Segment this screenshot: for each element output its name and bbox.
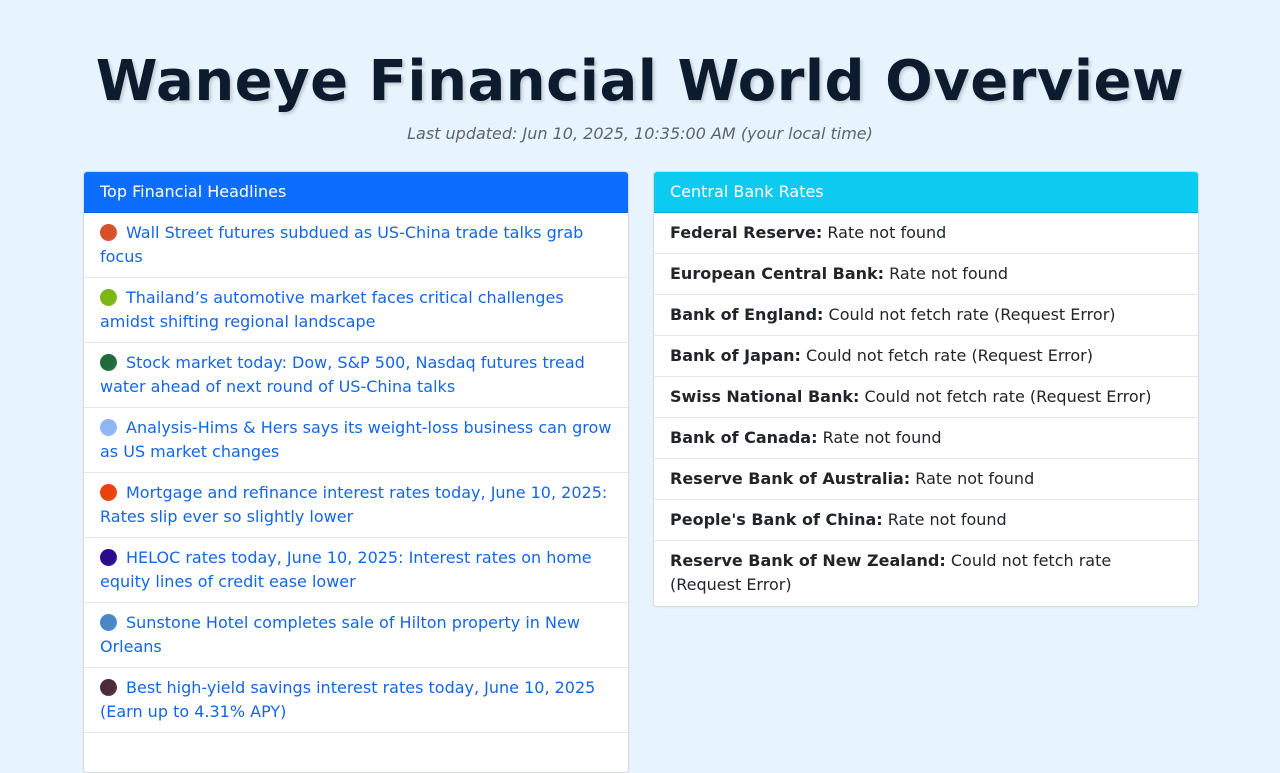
bank-name: Bank of England: (670, 305, 824, 324)
headline-item: Stock market today: Dow, S&P 500, Nasdaq… (84, 343, 628, 408)
rate-status: Could not fetch rate (Request Error) (806, 346, 1093, 365)
headline-link[interactable]: Thailand’s automotive market faces criti… (100, 288, 564, 331)
rate-item: Federal Reserve: Rate not found (654, 213, 1198, 254)
source-favicon-icon (100, 614, 117, 631)
rate-item: People's Bank of China: Rate not found (654, 500, 1198, 541)
headline-item: Sunstone Hotel completes sale of Hilton … (84, 603, 628, 668)
bank-name: People's Bank of China: (670, 510, 883, 529)
rate-item: Bank of Canada: Rate not found (654, 418, 1198, 459)
headlines-card: Top Financial Headlines Wall Street futu… (83, 171, 629, 773)
headline-item: Mortgage and refinance interest rates to… (84, 473, 628, 538)
source-favicon-icon (100, 419, 117, 436)
rate-status: Could not fetch rate (Request Error) (828, 305, 1116, 324)
headline-link[interactable]: Sunstone Hotel completes sale of Hilton … (100, 613, 580, 656)
rate-item: Swiss National Bank: Could not fetch rat… (654, 377, 1198, 418)
last-updated-text: Last updated: Jun 10, 2025, 10:35:00 AM … (407, 124, 873, 143)
headline-item: Analysis-Hims & Hers says its weight-los… (84, 408, 628, 473)
page-title: Waneye Financial World Overview (95, 49, 1185, 114)
headline-item: HELOC rates today, June 10, 2025: Intere… (84, 538, 628, 603)
headline-item: Thailand’s automotive market faces criti… (84, 278, 628, 343)
source-favicon-icon (100, 354, 117, 371)
rate-status: Rate not found (915, 469, 1035, 488)
rate-item: Reserve Bank of Australia: Rate not foun… (654, 459, 1198, 500)
bank-name: Bank of Canada: (670, 428, 818, 447)
rate-item: European Central Bank: Rate not found (654, 254, 1198, 295)
central-bank-rates-card: Central Bank Rates Federal Reserve: Rate… (653, 171, 1199, 607)
bank-name: European Central Bank: (670, 264, 885, 283)
source-favicon-icon (100, 224, 117, 241)
bank-name: Reserve Bank of Australia: (670, 469, 911, 488)
rate-status: Could not fetch rate (Request Error) (864, 387, 1152, 406)
headlines-card-header: Top Financial Headlines (84, 172, 628, 213)
source-favicon-icon (100, 679, 117, 696)
rate-status: Rate not found (887, 510, 1007, 529)
rate-status: Rate not found (822, 428, 942, 447)
rate-item: Bank of England: Could not fetch rate (R… (654, 295, 1198, 336)
rate-status: Rate not found (889, 264, 1009, 283)
rate-item: Reserve Bank of New Zealand: Could not f… (654, 541, 1198, 606)
headline-item: Wall Street futures subdued as US-China … (84, 213, 628, 278)
headline-link[interactable]: Best high-yield savings interest rates t… (100, 678, 595, 721)
rates-card-header: Central Bank Rates (654, 172, 1198, 213)
headline-item: Best high-yield savings interest rates t… (84, 668, 628, 733)
rate-status: Rate not found (827, 223, 947, 242)
headline-link[interactable]: Analysis-Hims & Hers says its weight-los… (100, 418, 611, 461)
headline-link[interactable]: Mortgage and refinance interest rates to… (100, 483, 607, 526)
bank-name: Reserve Bank of New Zealand: (670, 551, 946, 570)
source-favicon-icon (100, 549, 117, 566)
rate-item: Bank of Japan: Could not fetch rate (Req… (654, 336, 1198, 377)
headline-link[interactable]: Stock market today: Dow, S&P 500, Nasdaq… (100, 353, 585, 396)
source-favicon-icon (100, 484, 117, 501)
headline-link[interactable]: HELOC rates today, June 10, 2025: Intere… (100, 548, 592, 591)
bank-name: Federal Reserve: (670, 223, 823, 242)
source-favicon-icon (100, 289, 117, 306)
bank-name: Swiss National Bank: (670, 387, 860, 406)
bank-name: Bank of Japan: (670, 346, 801, 365)
headline-link[interactable]: Wall Street futures subdued as US-China … (100, 223, 583, 266)
